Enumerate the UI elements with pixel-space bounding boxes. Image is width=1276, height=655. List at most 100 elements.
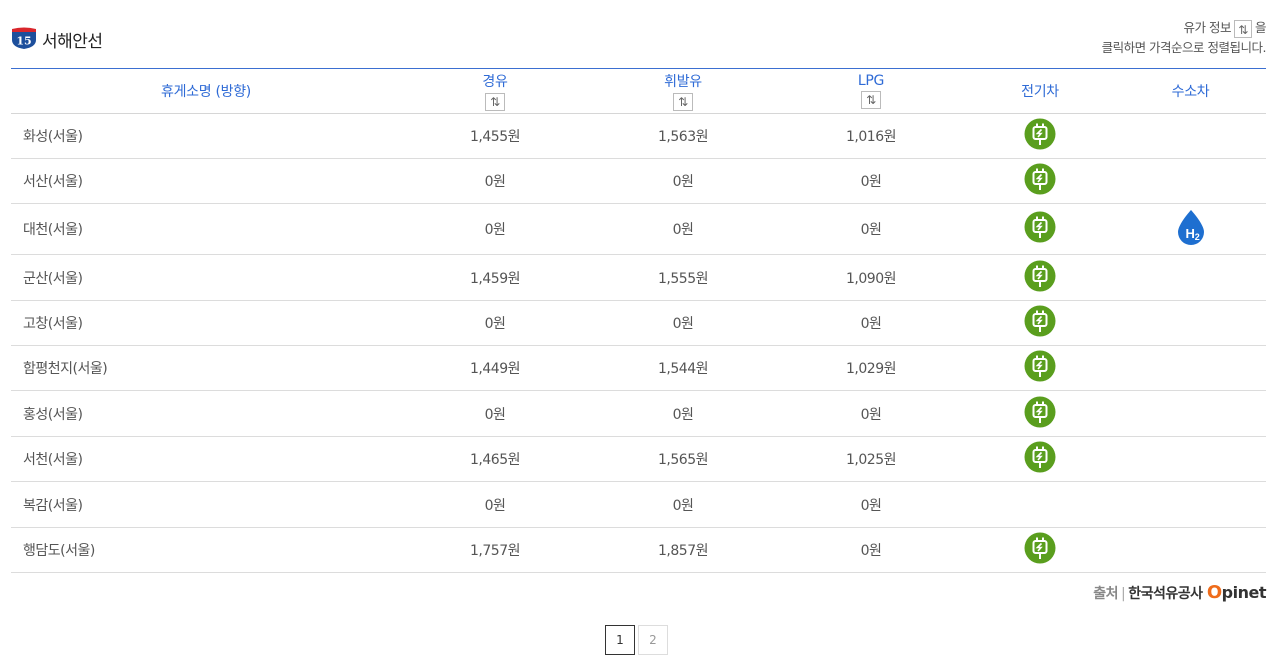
rest-area-name: 고창(서울) (11, 300, 401, 346)
col-header-gasoline[interactable]: 휘발유 ⇅ (589, 68, 777, 114)
highway-route-badge-icon: 15 (12, 27, 36, 49)
ev-charger-icon (1024, 350, 1056, 386)
table-row: 군산(서울) 1,459원 1,555원 1,090원 (11, 254, 1266, 301)
hydrogen-cell: H2 (1115, 203, 1266, 255)
rest-area-name: 화성(서울) (11, 113, 401, 159)
lpg-price: 1,016원 (777, 113, 965, 159)
ev-charger-icon (1024, 396, 1056, 432)
diesel-price: 1,459원 (401, 254, 589, 301)
notice-suffix: 을 (1254, 20, 1267, 35)
gasoline-price: 0원 (589, 300, 777, 346)
page-1-button[interactable]: 1 (605, 625, 635, 655)
col-header-lpg[interactable]: LPG ⇅ (777, 68, 965, 114)
gasoline-price: 0원 (589, 203, 777, 255)
ev-charger-icon (1024, 260, 1056, 296)
lpg-price: 1,029원 (777, 345, 965, 391)
hydrogen-cell (1115, 345, 1266, 391)
ev-cell (965, 345, 1115, 391)
diesel-price: 0원 (401, 300, 589, 346)
diesel-price: 1,449원 (401, 345, 589, 391)
ev-charger-icon (1024, 211, 1056, 247)
ev-cell (965, 203, 1115, 255)
diesel-price: 1,455원 (401, 113, 589, 159)
col-header-hydrogen: 수소차 (1115, 68, 1266, 114)
sort-icon[interactable]: ⇅ (485, 93, 505, 111)
table-row: 대천(서울) 0원 0원 0원 H 2 (11, 203, 1266, 255)
table-row: 서천(서울) 1,465원 1,565원 1,025원 (11, 436, 1266, 482)
hydrogen-icon: H2 (1176, 209, 1206, 249)
table-header-row: 휴게소명 (방향) 경유 ⇅ 휘발유 ⇅ LPG ⇅ 전기차 수소차 (11, 68, 1266, 114)
rest-area-name: 홍성(서울) (11, 390, 401, 437)
col-header-ev: 전기차 (965, 68, 1115, 114)
lpg-price: 0원 (777, 203, 965, 255)
hydrogen-cell (1115, 158, 1266, 204)
ev-cell (965, 527, 1115, 573)
source-label: 출처 (1093, 586, 1118, 602)
diesel-price: 0원 (401, 481, 589, 528)
ev-cell (965, 158, 1115, 204)
hydrogen-cell (1115, 113, 1266, 159)
rest-area-name: 복감(서울) (11, 481, 401, 528)
gasoline-price: 0원 (589, 158, 777, 204)
sort-icon: ⇅ (1233, 19, 1252, 38)
gasoline-price: 1,857원 (589, 527, 777, 573)
svg-text:H: H (1185, 226, 1194, 241)
rest-area-name: 서산(서울) (11, 158, 401, 204)
sort-icon[interactable]: ⇅ (673, 93, 693, 111)
table-row: 함평천지(서울) 1,449원 1,544원 1,029원 (11, 345, 1266, 391)
svg-text:2: 2 (1194, 232, 1199, 242)
diesel-price: 1,465원 (401, 436, 589, 482)
gasoline-price: 1,565원 (589, 436, 777, 482)
page-2-button[interactable]: 2 (638, 625, 668, 655)
rest-area-name: 함평천지(서울) (11, 345, 401, 391)
sort-notice: 유가 정보 ⇅ 을 클릭하면 가격순으로 정렬됩니다. (1101, 18, 1267, 58)
sort-icon[interactable]: ⇅ (861, 91, 881, 109)
ev-charger-icon (1024, 118, 1056, 154)
notice-line2: 클릭하면 가격순으로 정렬됩니다. (1101, 40, 1267, 55)
pagination: 12 (605, 625, 671, 655)
hydrogen-cell (1115, 390, 1266, 437)
notice-prefix: 유가 정보 (1183, 20, 1232, 35)
ev-cell (965, 481, 1115, 528)
ev-cell (965, 300, 1115, 346)
diesel-price: 0원 (401, 390, 589, 437)
gasoline-price: 0원 (589, 390, 777, 437)
source-org: 한국석유공사 (1128, 586, 1203, 602)
rest-area-price-table: 휴게소명 (방향) 경유 ⇅ 휘발유 ⇅ LPG ⇅ 전기차 수소차 화성(서울) 1,… (11, 68, 1266, 573)
rest-area-name: 행담도(서울) (11, 527, 401, 573)
hydrogen-cell (1115, 527, 1266, 573)
gasoline-price: 1,544원 (589, 345, 777, 391)
table-row: 화성(서울) 1,455원 1,563원 1,016원 (11, 113, 1266, 159)
ev-charger-icon (1024, 532, 1056, 568)
lpg-price: 0원 (777, 481, 965, 528)
ev-cell (965, 390, 1115, 437)
route-header: 15 서해안선 유가 정보 ⇅ 을 클릭하면 가격순으로 정렬됩니다. (11, 18, 1267, 68)
ev-charger-icon (1024, 441, 1056, 477)
opinet-logo: Opinet (1206, 582, 1267, 603)
table-row: 홍성(서울) 0원 0원 0원 (11, 390, 1266, 437)
rest-area-name: 서천(서울) (11, 436, 401, 482)
gasoline-price: 1,555원 (589, 254, 777, 301)
lpg-price: 1,025원 (777, 436, 965, 482)
ev-cell (965, 254, 1115, 301)
ev-cell (965, 113, 1115, 159)
rest-area-name: 대천(서울) (11, 203, 401, 255)
diesel-price: 0원 (401, 158, 589, 204)
data-source: 출처 | 한국석유공사 Opinet (1093, 582, 1266, 603)
table-row: 고창(서울) 0원 0원 0원 (11, 300, 1266, 346)
gasoline-price: 0원 (589, 481, 777, 528)
col-header-diesel[interactable]: 경유 ⇅ (401, 68, 589, 114)
diesel-price: 1,757원 (401, 527, 589, 573)
hydrogen-cell (1115, 254, 1266, 301)
table-row: 복감(서울) 0원 0원 0원 (11, 481, 1266, 528)
table-row: 행담도(서울) 1,757원 1,857원 0원 (11, 527, 1266, 573)
lpg-price: 1,090원 (777, 254, 965, 301)
lpg-price: 0원 (777, 158, 965, 204)
rest-area-name: 군산(서울) (11, 254, 401, 301)
route-title: 서해안선 (42, 32, 103, 52)
hydrogen-cell (1115, 436, 1266, 482)
ev-cell (965, 436, 1115, 482)
ev-charger-icon (1024, 305, 1056, 341)
hydrogen-cell (1115, 481, 1266, 528)
hydrogen-cell (1115, 300, 1266, 346)
